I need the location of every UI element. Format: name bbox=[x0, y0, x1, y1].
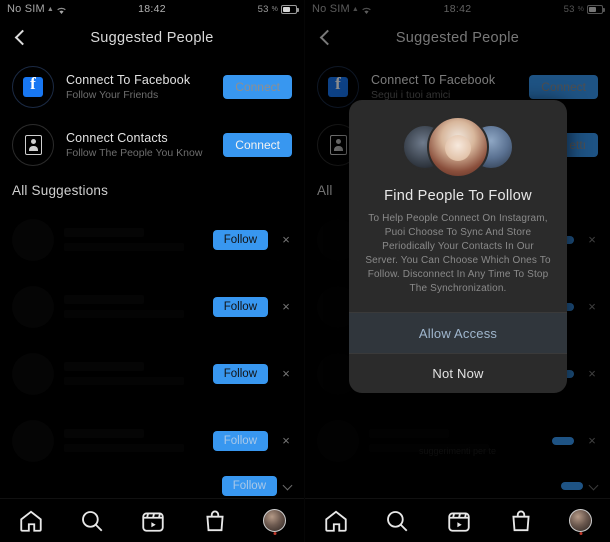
bottom-tab-bar bbox=[0, 498, 304, 542]
all-suggestions-header: All Suggestions bbox=[0, 174, 304, 206]
connect-facebook-button[interactable]: Connect bbox=[223, 75, 292, 99]
search-icon[interactable] bbox=[384, 508, 410, 534]
list-item[interactable]: Follow × bbox=[0, 407, 304, 474]
connect-contacts-texts: Connect Contacts Follow The People You K… bbox=[66, 131, 211, 159]
follow-button[interactable]: Follow bbox=[221, 476, 277, 496]
list-item-partial[interactable]: Follow bbox=[0, 474, 304, 498]
list-item[interactable]: Follow × bbox=[0, 273, 304, 340]
suggestion-list: Follow × Follow × Follow × Follow × bbox=[0, 206, 304, 474]
section-title: All Suggestions bbox=[12, 182, 109, 198]
follow-button[interactable]: Follow bbox=[212, 430, 268, 451]
list-item-meta bbox=[64, 362, 203, 385]
avatar bbox=[12, 285, 54, 328]
follow-button[interactable]: Follow bbox=[212, 296, 268, 317]
screen-right: No SIM ▲ 18:42 53 % Suggested People Con… bbox=[305, 0, 610, 542]
connect-facebook-title: Connect To Facebook bbox=[66, 73, 191, 87]
dialog-avatar-group bbox=[388, 116, 528, 178]
connect-contacts-row[interactable]: Connect Contacts Follow The People You K… bbox=[0, 116, 304, 174]
home-icon[interactable] bbox=[323, 508, 349, 534]
search-icon[interactable] bbox=[79, 508, 105, 534]
close-icon[interactable]: × bbox=[278, 233, 294, 246]
follow-button[interactable]: Follow bbox=[212, 229, 268, 250]
connect-facebook-subtitle: Follow Your Friends bbox=[66, 89, 159, 101]
allow-access-button[interactable]: Allow Access bbox=[349, 313, 567, 353]
avatar bbox=[12, 419, 54, 462]
connect-contacts-subtitle: Follow The People You Know bbox=[66, 147, 203, 159]
shop-icon[interactable] bbox=[508, 508, 534, 534]
avatar bbox=[12, 218, 54, 261]
connect-facebook-row[interactable]: Connect To Facebook Follow Your Friends … bbox=[0, 58, 304, 116]
follow-button[interactable]: Follow bbox=[212, 363, 268, 384]
page-title: Suggested People bbox=[90, 30, 214, 46]
avatar bbox=[12, 352, 54, 395]
nav-header: Suggested People bbox=[0, 18, 304, 58]
dialog-actions: Allow Access Not Now bbox=[349, 312, 567, 393]
clock-label: 18:42 bbox=[138, 3, 166, 15]
status-bar: No SIM ▲ 18:42 53 % bbox=[0, 0, 304, 18]
avatar-center bbox=[427, 116, 489, 178]
list-item-meta bbox=[64, 228, 203, 251]
bottom-tab-bar bbox=[305, 498, 610, 542]
profile-avatar[interactable] bbox=[569, 509, 593, 532]
screen-left: No SIM ▲ 18:42 53 % Suggested People Con… bbox=[0, 0, 305, 542]
facebook-icon bbox=[12, 66, 54, 108]
list-item-meta bbox=[64, 429, 203, 452]
reels-icon[interactable] bbox=[446, 508, 472, 534]
list-item-meta bbox=[64, 295, 203, 318]
list-item[interactable]: Follow × bbox=[0, 340, 304, 407]
dual-screenshot-compare: No SIM ▲ 18:42 53 % Suggested People Con… bbox=[0, 0, 610, 542]
contacts-icon bbox=[12, 124, 54, 166]
reels-icon[interactable] bbox=[140, 508, 166, 534]
shop-icon[interactable] bbox=[202, 508, 228, 534]
battery-icon bbox=[281, 4, 299, 14]
list-item[interactable]: Follow × bbox=[0, 206, 304, 273]
not-now-button[interactable]: Not Now bbox=[349, 353, 567, 393]
dialog-body-text: To Help People Connect On Instagram, Puo… bbox=[365, 213, 551, 294]
connect-contacts-button[interactable]: Connect bbox=[223, 133, 292, 157]
connect-contacts-title: Connect Contacts bbox=[66, 131, 168, 145]
connect-facebook-texts: Connect To Facebook Follow Your Friends bbox=[66, 73, 211, 101]
chevron-down-icon[interactable] bbox=[283, 481, 294, 492]
close-icon[interactable]: × bbox=[278, 434, 294, 447]
find-people-to-follow-dialog: Find People To Follow To Help People Con… bbox=[349, 100, 567, 393]
home-icon[interactable] bbox=[18, 508, 44, 534]
close-icon[interactable]: × bbox=[278, 300, 294, 313]
profile-avatar[interactable] bbox=[263, 509, 287, 532]
close-icon[interactable]: × bbox=[278, 367, 294, 380]
dialog-title: Find People To Follow bbox=[384, 188, 532, 204]
